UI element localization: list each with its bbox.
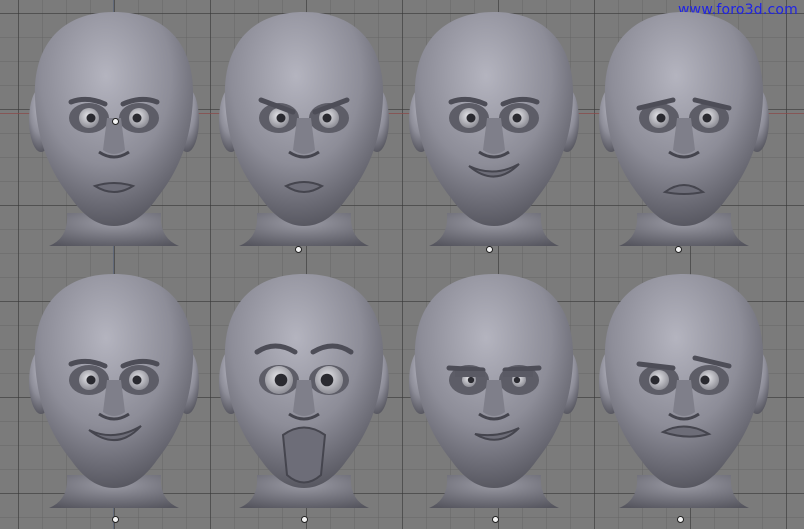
object-origin-icon[interactable] (677, 516, 684, 523)
head-model-sly-grin[interactable] (399, 8, 589, 263)
head-model-smug[interactable] (399, 270, 589, 525)
object-origin-icon[interactable] (112, 516, 119, 523)
object-origin-icon[interactable] (112, 118, 119, 125)
object-origin-icon[interactable] (675, 246, 682, 253)
object-origin-icon[interactable] (301, 516, 308, 523)
head-model-neutral[interactable] (19, 8, 209, 263)
head-model-skeptical[interactable] (589, 270, 779, 525)
object-origin-icon[interactable] (295, 246, 302, 253)
head-model-smile[interactable] (19, 270, 209, 525)
object-origin-icon[interactable] (492, 516, 499, 523)
object-origin-icon[interactable] (486, 246, 493, 253)
head-model-sad[interactable] (589, 8, 779, 263)
head-model-angry[interactable] (209, 8, 399, 263)
head-model-shocked[interactable] (209, 270, 399, 525)
